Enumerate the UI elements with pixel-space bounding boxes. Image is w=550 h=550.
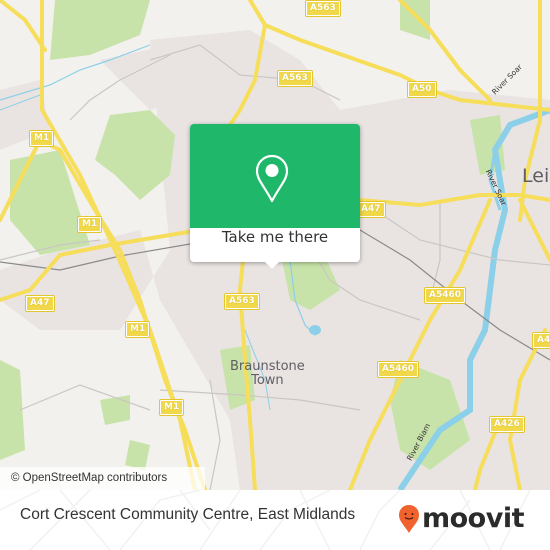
moovit-logo[interactable]: moovit bbox=[398, 502, 525, 536]
popup-pointer bbox=[264, 261, 280, 269]
road-shield-a426: A426 bbox=[489, 416, 525, 433]
road-shield-m1: M1 bbox=[124, 321, 151, 338]
place-label-leicester: Lei bbox=[522, 165, 550, 187]
lake bbox=[309, 325, 321, 335]
road-shield-m1: M1 bbox=[158, 399, 185, 416]
location-popup: Take me there bbox=[190, 124, 360, 269]
moovit-pin-icon bbox=[399, 505, 419, 533]
popup-header bbox=[190, 124, 360, 228]
road-shield-m1: M1 bbox=[76, 216, 103, 233]
road-shield-a563: A563 bbox=[277, 70, 313, 87]
road-shield-a563: A563 bbox=[224, 293, 260, 310]
place-title: Cort Crescent Community Centre, East Mid… bbox=[20, 506, 356, 523]
road-shield-a5460: A5460 bbox=[376, 361, 420, 378]
road-shield-a4: A4 bbox=[531, 332, 550, 349]
footer: Cort Crescent Community Centre, East Mid… bbox=[0, 490, 550, 550]
road-shield-a47: A47 bbox=[356, 201, 386, 218]
map-attribution[interactable]: © OpenStreetMap contributors bbox=[0, 467, 205, 490]
place-label-braunstone-town: Braunstone Town bbox=[230, 359, 305, 388]
location-pin-icon bbox=[255, 154, 289, 203]
road-shield-a5460: A5460 bbox=[423, 287, 467, 304]
take-me-there-button[interactable]: Take me there bbox=[190, 228, 360, 262]
road-shield-a50: A50 bbox=[407, 81, 437, 98]
road-shield-m1: M1 bbox=[28, 130, 55, 147]
road-shield-a47: A47 bbox=[25, 295, 55, 312]
moovit-wordmark: moovit bbox=[422, 503, 525, 534]
road-shield-a563: A563 bbox=[305, 0, 341, 17]
